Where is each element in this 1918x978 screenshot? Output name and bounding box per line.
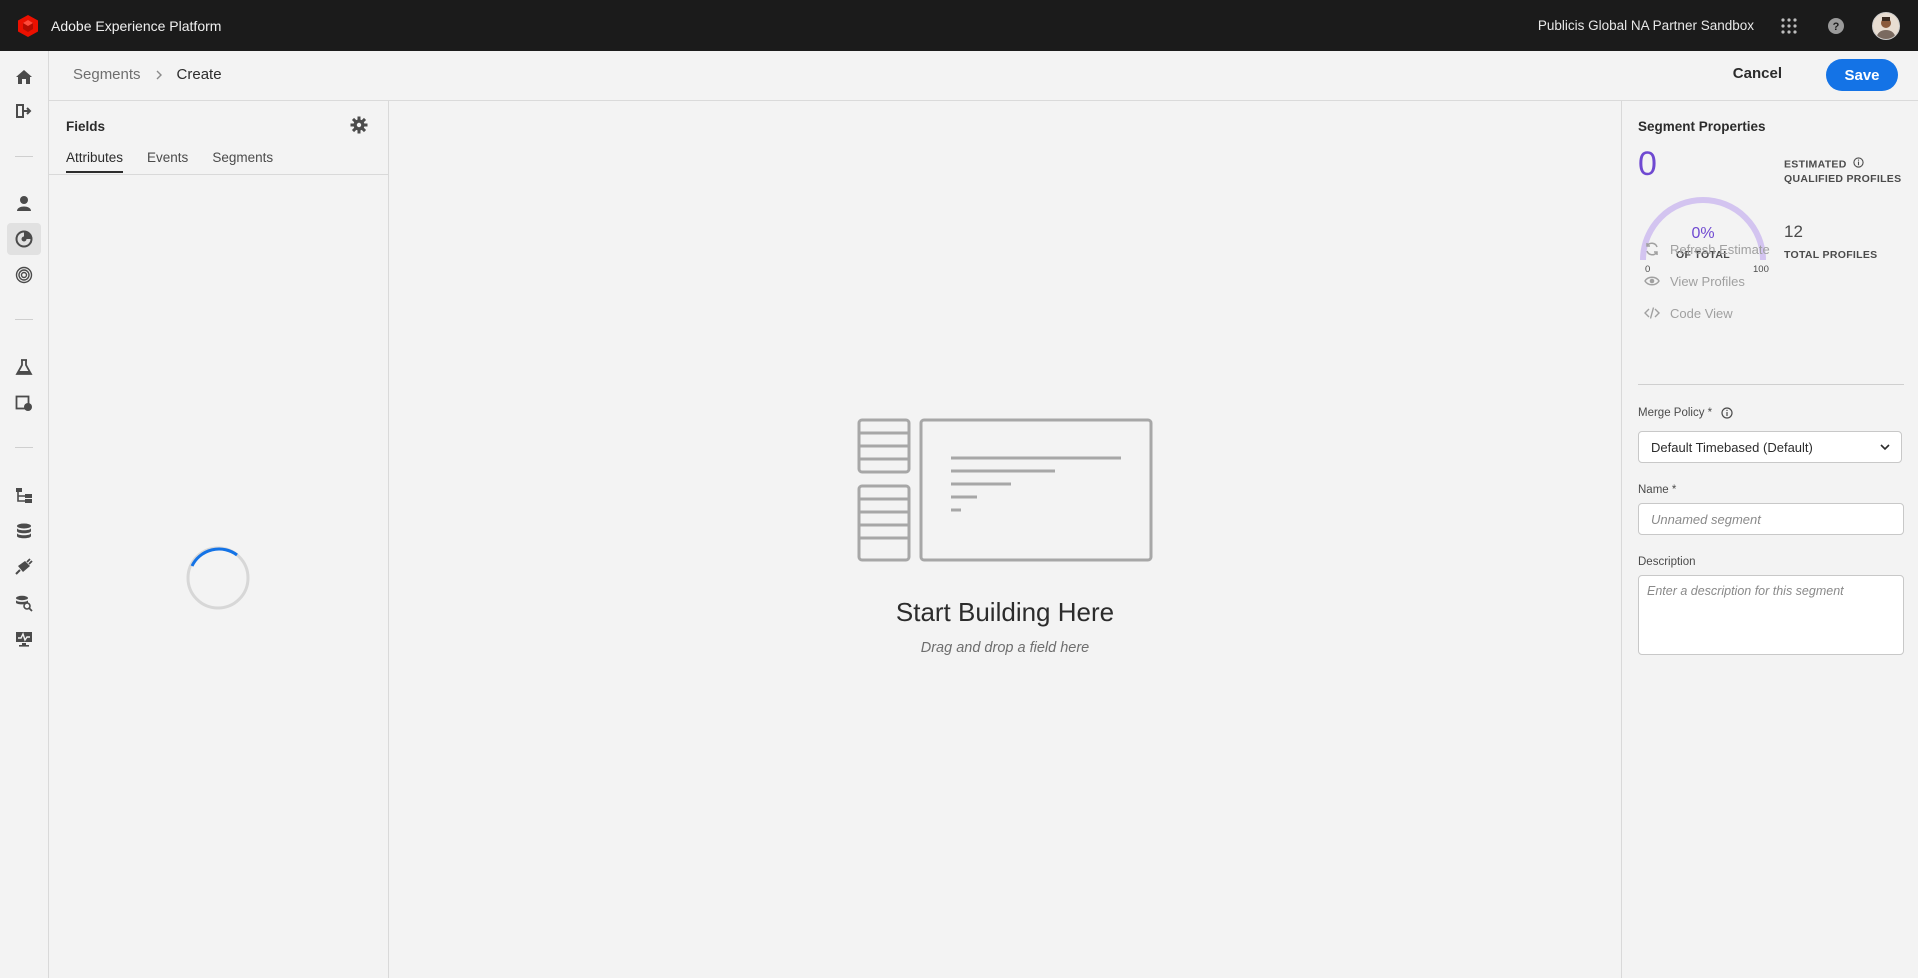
- qualified-profiles-count: 0: [1638, 145, 1657, 183]
- gear-icon[interactable]: [350, 116, 368, 134]
- refresh-icon: [1644, 241, 1660, 257]
- description-label: Description: [1638, 556, 1696, 568]
- tabs-divider: [49, 174, 388, 175]
- tab-segments[interactable]: Segments: [212, 150, 273, 173]
- datasets-icon[interactable]: [7, 515, 41, 547]
- info-icon[interactable]: [1721, 407, 1733, 419]
- breadcrumb-segments-link[interactable]: Segments: [73, 66, 141, 83]
- estimated-label-line2: QUALIFIED PROFILES: [1784, 173, 1902, 185]
- help-icon[interactable]: ?: [1825, 15, 1847, 37]
- adobe-logo-icon[interactable]: [15, 13, 41, 39]
- segment-canvas[interactable]: Start Building Here Drag and drop a fiel…: [389, 101, 1621, 978]
- breadcrumb: Segments Create: [73, 66, 222, 83]
- svg-text:?: ?: [1833, 21, 1840, 33]
- identities-icon[interactable]: [7, 259, 41, 291]
- name-label: Name *: [1638, 484, 1677, 496]
- sandbox-switcher[interactable]: Publicis Global NA Partner Sandbox: [1538, 18, 1754, 33]
- monitoring-icon[interactable]: [7, 623, 41, 655]
- code-view-label: Code View: [1670, 305, 1733, 321]
- properties-divider: [1638, 384, 1904, 385]
- apps-grid-icon[interactable]: [1778, 15, 1800, 37]
- merge-policy-label: Merge Policy *: [1638, 407, 1733, 419]
- rail-divider: [15, 447, 33, 448]
- cancel-button[interactable]: Cancel: [1733, 65, 1782, 82]
- tab-events[interactable]: Events: [147, 150, 188, 173]
- eye-icon: [1644, 273, 1660, 289]
- schemas-icon[interactable]: [7, 479, 41, 511]
- home-icon[interactable]: [7, 61, 41, 93]
- rail-divider: [15, 319, 33, 320]
- segment-properties-panel: Segment Properties 0 ESTIMATED QUALIFIED…: [1621, 101, 1918, 978]
- profiles-icon[interactable]: [7, 187, 41, 219]
- queries-icon[interactable]: [7, 587, 41, 619]
- view-profiles-label: View Profiles: [1670, 273, 1745, 289]
- refresh-estimate-label: Refresh Estimate: [1670, 241, 1770, 257]
- estimated-label-line1: ESTIMATED: [1784, 158, 1847, 171]
- estimated-qualified-label: ESTIMATED QUALIFIED PROFILES: [1784, 157, 1901, 186]
- breadcrumb-current: Create: [176, 66, 222, 83]
- segments-icon[interactable]: [7, 223, 41, 255]
- segment-name-input[interactable]: [1638, 503, 1904, 535]
- info-icon[interactable]: [1853, 157, 1864, 172]
- page-header: Segments Create Cancel Save: [49, 51, 1918, 101]
- empty-canvas-illustration: [857, 418, 1153, 567]
- refresh-estimate-button[interactable]: Refresh Estimate: [1644, 241, 1770, 257]
- code-icon: [1644, 305, 1660, 321]
- user-avatar[interactable]: [1872, 11, 1900, 40]
- app-title[interactable]: Adobe Experience Platform: [51, 18, 221, 34]
- empty-state-title: Start Building Here: [895, 597, 1115, 627]
- fields-title: Fields: [66, 119, 106, 134]
- code-view-button[interactable]: Code View: [1644, 305, 1733, 321]
- view-profiles-button[interactable]: View Profiles: [1644, 273, 1745, 289]
- total-profiles-count: 12: [1784, 222, 1803, 241]
- workflows-icon[interactable]: [7, 95, 41, 127]
- data-science-icon[interactable]: [7, 351, 41, 383]
- loading-spinner: [186, 546, 250, 610]
- empty-state-subtitle: Drag and drop a field here: [920, 640, 1090, 656]
- gauge-max-label: 100: [1753, 264, 1769, 275]
- merge-policy-value: Default Timebased (Default): [1651, 439, 1813, 455]
- tab-attributes[interactable]: Attributes: [66, 150, 124, 173]
- top-bar: Adobe Experience Platform Publicis Globa…: [0, 0, 1918, 51]
- models-icon[interactable]: [7, 387, 41, 419]
- sources-icon[interactable]: [7, 551, 41, 583]
- merge-policy-dropdown[interactable]: Default Timebased (Default): [1638, 431, 1902, 463]
- total-profiles-label: TOTAL PROFILES: [1784, 249, 1878, 261]
- fields-tabs: Attributes Events Segments: [66, 150, 297, 173]
- chevron-down-icon: [1879, 441, 1891, 456]
- save-button[interactable]: Save: [1826, 59, 1898, 91]
- rail-divider: [15, 156, 33, 157]
- properties-title: Segment Properties: [1638, 119, 1766, 134]
- segment-description-input[interactable]: [1638, 575, 1904, 655]
- fields-panel: Fields Attributes Events Segments: [49, 101, 389, 978]
- left-nav-rail: [0, 51, 49, 978]
- chevron-right-icon: [155, 70, 163, 80]
- merge-policy-label-text: Merge Policy *: [1638, 407, 1713, 419]
